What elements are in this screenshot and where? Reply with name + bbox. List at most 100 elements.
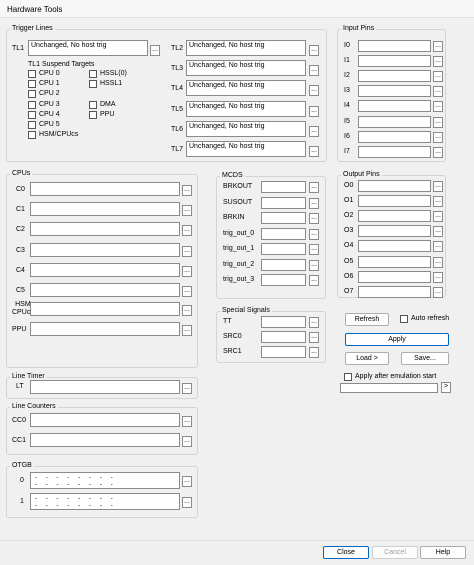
line-counter-browse-button[interactable]: ... — [182, 416, 192, 427]
suspend-checkbox[interactable] — [89, 70, 97, 78]
mcds-field[interactable] — [261, 181, 306, 193]
refresh-button[interactable]: Refresh — [345, 313, 389, 326]
output-pin-field[interactable] — [358, 225, 431, 238]
cancel-button[interactable]: Cancel — [372, 546, 418, 559]
special-signal-field[interactable] — [261, 331, 306, 344]
suspend-checkbox[interactable] — [89, 80, 97, 89]
mcds-field[interactable] — [261, 196, 306, 209]
trigger-line-browse-button[interactable]: ... — [309, 125, 319, 137]
output-pin-browse-button[interactable]: ... — [433, 226, 443, 238]
cpu-browse-button[interactable]: ... — [182, 245, 192, 257]
auto-refresh-checkbox[interactable] — [400, 315, 408, 323]
help-button[interactable]: Help — [420, 546, 466, 559]
input-pin-browse-button[interactable]: ... — [433, 56, 443, 68]
input-pin-field[interactable] — [358, 70, 431, 83]
suspend-checkbox[interactable] — [28, 121, 36, 129]
output-pin-browse-button[interactable]: ... — [433, 241, 443, 253]
apply-after-start-arrow-button[interactable]: > — [441, 382, 451, 393]
cpu-browse-button[interactable]: ... — [182, 225, 192, 237]
mcds-browse-button[interactable]: ... — [309, 213, 319, 224]
input-pin-browse-button[interactable]: ... — [433, 116, 443, 128]
lt-browse-button[interactable]: ... — [182, 383, 192, 394]
output-pin-browse-button[interactable]: ... — [433, 211, 443, 223]
output-pin-field[interactable] — [358, 195, 431, 208]
input-pin-field[interactable] — [358, 85, 431, 98]
trigger-line-browse-button[interactable]: ... — [309, 105, 319, 117]
cpu-browse-button[interactable]: ... — [182, 185, 192, 196]
input-pin-browse-button[interactable]: ... — [433, 101, 443, 113]
mcds-field[interactable] — [261, 227, 306, 240]
mcds-browse-button[interactable]: ... — [309, 228, 319, 240]
trigger-line-browse-button[interactable]: ... — [309, 85, 319, 97]
output-pin-browse-button[interactable]: ... — [433, 271, 443, 283]
suspend-checkbox[interactable] — [89, 110, 97, 119]
trigger-line-field[interactable]: Unchanged, No host trig — [186, 100, 306, 117]
line-counter-browse-button[interactable]: ... — [182, 436, 192, 447]
mcds-browse-button[interactable]: ... — [309, 275, 319, 286]
tl1-field[interactable]: Unchanged, No host trig — [28, 40, 148, 56]
special-signal-browse-button[interactable]: ... — [309, 347, 319, 359]
cpu-browse-button[interactable]: ... — [182, 286, 192, 297]
cpu-field[interactable] — [30, 242, 180, 257]
lt-field[interactable] — [30, 380, 180, 394]
cpu-browse-button[interactable]: ... — [182, 265, 192, 277]
trigger-line-field[interactable]: Unchanged, No host trig — [186, 120, 306, 137]
trigger-line-field[interactable]: Unchanged, No host trig — [186, 40, 306, 56]
input-pin-field[interactable] — [358, 100, 431, 113]
cpu-field[interactable] — [30, 262, 180, 277]
output-pin-browse-button[interactable]: ... — [433, 196, 443, 208]
output-pin-field[interactable] — [358, 210, 431, 223]
output-pin-field[interactable] — [358, 240, 431, 253]
hsm-cpucs-browse-button[interactable]: ... — [182, 305, 192, 316]
line-counter-field[interactable] — [30, 433, 180, 447]
ppu-field[interactable] — [30, 322, 180, 336]
mcds-field[interactable] — [261, 243, 306, 255]
mcds-field[interactable] — [261, 274, 306, 286]
cpu-field[interactable] — [30, 202, 180, 217]
mcds-browse-button[interactable]: ... — [309, 244, 319, 255]
save-button[interactable]: Save... — [401, 352, 449, 365]
line-counter-field[interactable] — [30, 413, 180, 427]
otgb-browse-button[interactable]: ... — [182, 497, 192, 508]
special-signal-field[interactable] — [261, 346, 306, 359]
otgb-browse-button[interactable]: ... — [182, 476, 192, 487]
otgb-field[interactable]: - - - - - - - - - - - - - - - - — [30, 493, 180, 510]
mcds-field[interactable] — [261, 258, 306, 271]
input-pin-browse-button[interactable]: ... — [433, 131, 443, 143]
suspend-checkbox[interactable] — [89, 100, 97, 109]
ppu-browse-button[interactable]: ... — [182, 325, 192, 336]
trigger-line-field[interactable]: Unchanged, No host trig — [186, 80, 306, 97]
output-pin-field[interactable] — [358, 285, 431, 298]
input-pin-field[interactable] — [358, 40, 431, 52]
mcds-field[interactable] — [261, 212, 306, 224]
close-button[interactable]: Close — [323, 546, 369, 559]
apply-button[interactable]: Apply — [345, 333, 449, 346]
input-pin-field[interactable] — [358, 55, 431, 68]
input-pin-field[interactable] — [358, 130, 431, 143]
trigger-line-browse-button[interactable]: ... — [309, 65, 319, 77]
output-pin-browse-button[interactable]: ... — [433, 181, 443, 192]
output-pin-field[interactable] — [358, 270, 431, 283]
suspend-checkbox[interactable] — [28, 110, 36, 119]
input-pin-browse-button[interactable]: ... — [433, 146, 443, 158]
trigger-line-field[interactable]: Unchanged, No host trig — [186, 141, 306, 157]
trigger-line-browse-button[interactable]: ... — [309, 146, 319, 157]
suspend-checkbox[interactable] — [28, 100, 36, 109]
output-pin-browse-button[interactable]: ... — [433, 286, 443, 298]
tl1-browse-button[interactable]: ... — [150, 45, 160, 56]
mcds-browse-button[interactable]: ... — [309, 197, 319, 209]
cpu-field[interactable] — [30, 283, 180, 297]
special-signal-browse-button[interactable]: ... — [309, 332, 319, 344]
input-pin-browse-button[interactable]: ... — [433, 86, 443, 98]
output-pin-field[interactable] — [358, 180, 431, 192]
cpu-field[interactable] — [30, 222, 180, 237]
apply-after-start-checkbox[interactable] — [344, 373, 352, 381]
hsm-cpucs-field[interactable] — [30, 302, 180, 316]
suspend-checkbox[interactable] — [28, 90, 36, 99]
special-signal-field[interactable] — [261, 316, 306, 328]
trigger-line-browse-button[interactable]: ... — [309, 45, 319, 56]
cpu-browse-button[interactable]: ... — [182, 205, 192, 217]
mcds-browse-button[interactable]: ... — [309, 259, 319, 271]
input-pin-field[interactable] — [358, 115, 431, 128]
otgb-field[interactable]: - - - - - - - - - - - - - - - - — [30, 472, 180, 489]
